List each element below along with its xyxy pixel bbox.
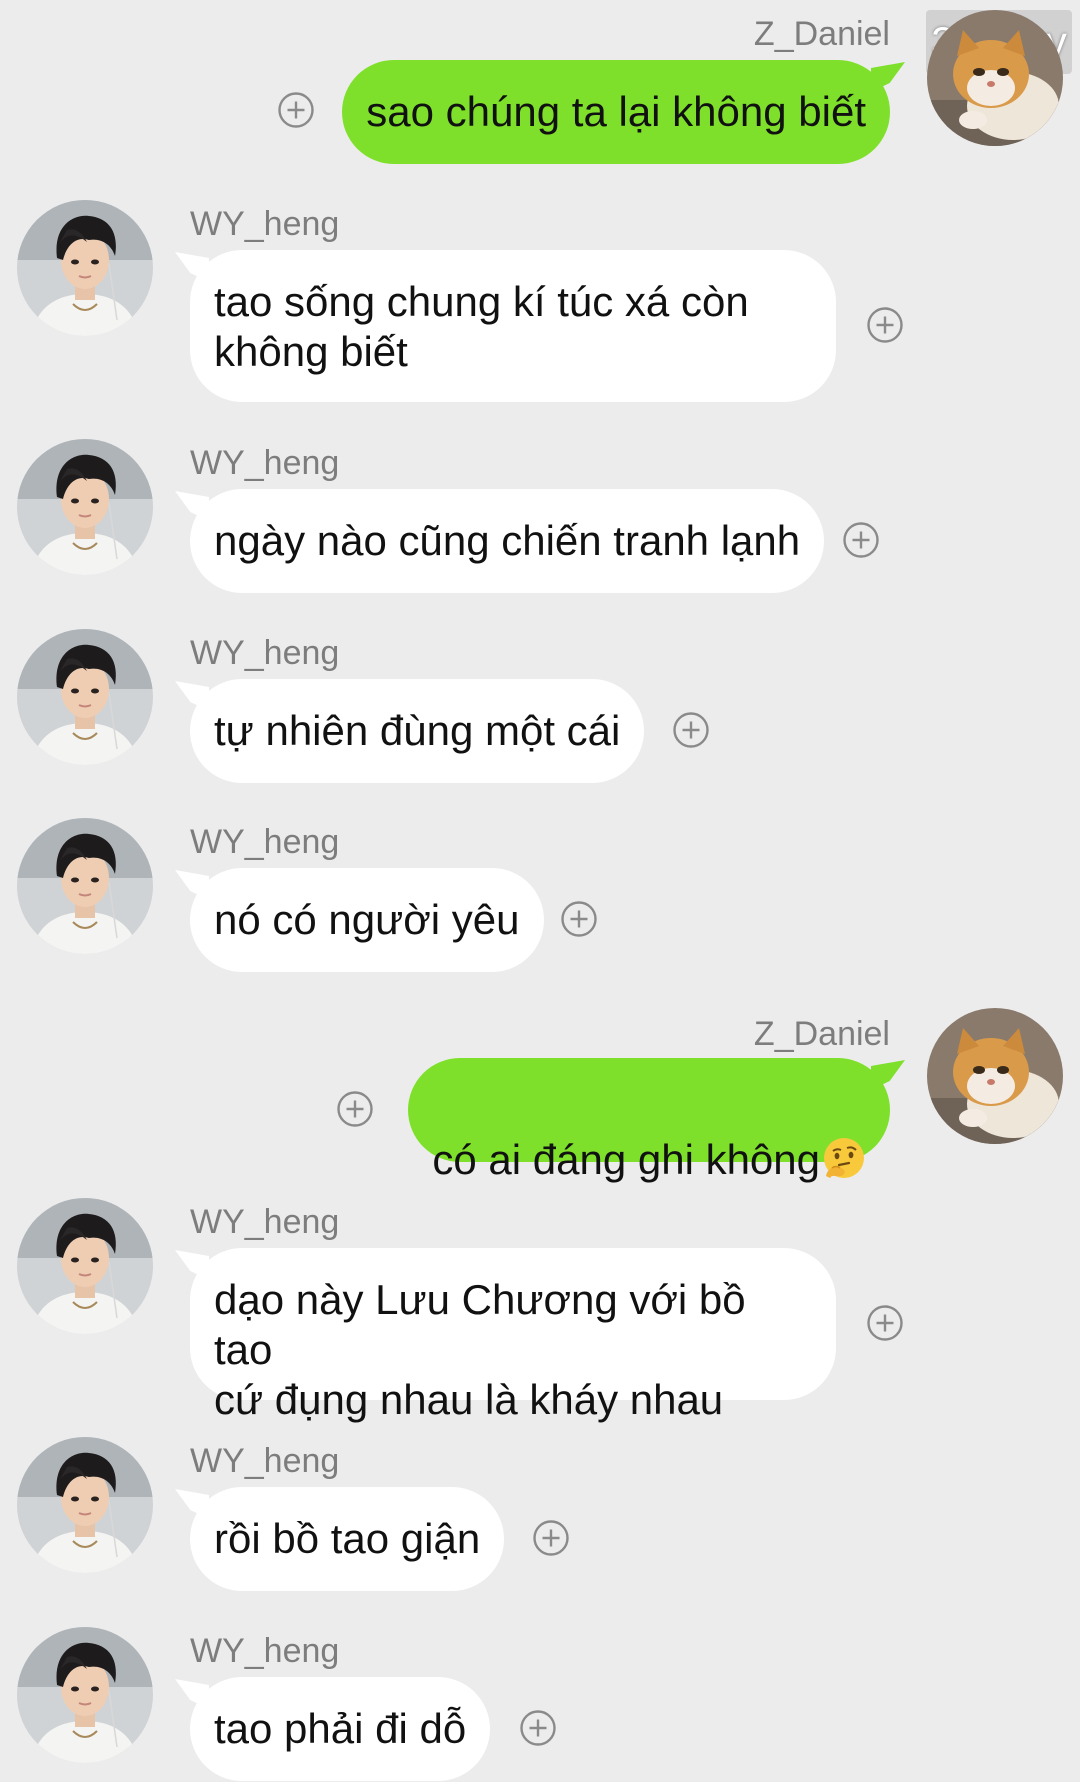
avatar-wy-heng[interactable] [17, 818, 153, 954]
sender-name: WY_heng [190, 823, 340, 861]
sender-name: WY_heng [190, 1203, 340, 1241]
plus-circle-icon[interactable] [519, 1709, 557, 1747]
boy-avatar-icon [17, 200, 153, 336]
plus-circle-icon[interactable] [866, 1304, 904, 1342]
avatar-z-daniel[interactable] [927, 10, 1063, 146]
message-bubble[interactable]: tao sống chung kí túc xá còn không biết [190, 250, 836, 402]
plus-circle-icon[interactable] [866, 306, 904, 344]
sender-name: WY_heng [190, 1632, 340, 1670]
sender-name: WY_heng [190, 634, 340, 672]
boy-avatar-icon [17, 629, 153, 765]
message-bubble[interactable]: dạo này Lưu Chương với bồ tao cứ đụng nh… [190, 1248, 836, 1423]
sender-name: Z_Daniel [753, 1015, 890, 1053]
sender-name: WY_heng [190, 1442, 340, 1480]
plus-circle-icon[interactable] [842, 521, 880, 559]
boy-avatar-icon [17, 1198, 153, 1334]
avatar-wy-heng[interactable] [17, 200, 153, 336]
message-text: có ai đáng ghi không [432, 1136, 820, 1183]
boy-avatar-icon [17, 439, 153, 575]
boy-avatar-icon [17, 1627, 153, 1763]
sender-name: Z_Daniel [753, 15, 890, 53]
message-bubble[interactable]: nó có người yêu [190, 868, 544, 972]
sender-name: WY_heng [190, 444, 340, 482]
plus-circle-icon[interactable] [277, 91, 315, 129]
plus-circle-icon[interactable] [560, 900, 598, 938]
boy-avatar-icon [17, 818, 153, 954]
plus-circle-icon[interactable] [532, 1519, 570, 1557]
sender-name: WY_heng [190, 205, 340, 243]
thinking-face-icon [822, 1136, 866, 1180]
boy-avatar-icon [17, 1437, 153, 1573]
message-bubble[interactable]: tao phải đi dỗ [190, 1677, 491, 1781]
cat-avatar-icon [927, 1008, 1063, 1144]
message-bubble[interactable]: tự nhiên đùng một cái [190, 679, 645, 783]
plus-circle-icon[interactable] [672, 711, 710, 749]
avatar-wy-heng[interactable] [17, 1437, 153, 1573]
avatar-wy-heng[interactable] [17, 1198, 153, 1334]
avatar-wy-heng[interactable] [17, 1627, 153, 1763]
plus-circle-icon[interactable] [336, 1090, 374, 1128]
avatar-wy-heng[interactable] [17, 439, 153, 575]
message-bubble[interactable]: có ai đáng ghi không [408, 1058, 890, 1183]
avatar-z-daniel[interactable] [927, 1008, 1063, 1144]
avatar-wy-heng[interactable] [17, 629, 153, 765]
message-bubble[interactable]: rồi bồ tao giận [190, 1487, 505, 1591]
message-bubble[interactable]: sao chúng ta lại không biết [342, 60, 890, 164]
message-bubble[interactable]: ngày nào cũng chiến tranh lạnh [190, 489, 825, 593]
cat-avatar-icon [927, 10, 1063, 146]
